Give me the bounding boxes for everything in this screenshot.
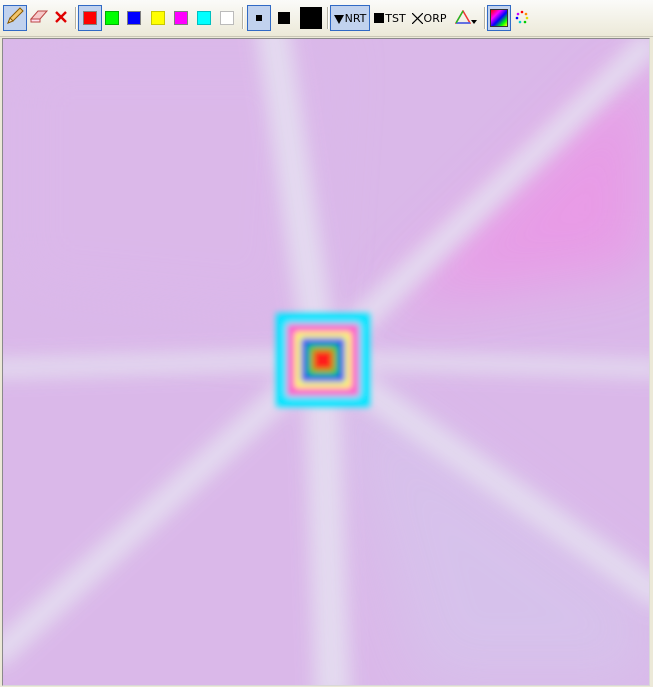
color-swatch-green[interactable] — [102, 5, 122, 31]
separator — [242, 7, 244, 29]
red-swatch — [83, 11, 97, 25]
separator — [75, 7, 77, 29]
cross-icon — [411, 9, 423, 28]
white-swatch — [220, 11, 234, 25]
large-square-icon — [300, 7, 322, 29]
color-swatch-yellow[interactable] — [148, 5, 168, 31]
mode-orp-label: ORP — [423, 11, 447, 25]
mode-tst-button[interactable]: TST — [372, 5, 408, 31]
green-swatch — [105, 11, 119, 25]
separator — [327, 7, 329, 29]
color-dots-icon — [515, 9, 529, 28]
brush-size-large[interactable] — [298, 5, 324, 31]
magenta-swatch — [174, 11, 188, 25]
canvas-image — [3, 39, 649, 685]
brush-size-medium[interactable] — [273, 5, 295, 31]
color-swatch-blue[interactable] — [124, 5, 144, 31]
eraser-tool-button[interactable] — [27, 5, 51, 31]
square-icon — [374, 13, 385, 23]
blue-swatch — [127, 11, 141, 25]
color-dots-button[interactable] — [512, 5, 532, 31]
toolbar: NRT TST ORP — [0, 0, 653, 37]
mode-nrt-label: NRT — [344, 11, 367, 25]
rgb-triangle-icon — [454, 9, 472, 28]
mode-orp-button[interactable]: ORP — [410, 5, 448, 31]
color-swatch-red[interactable] — [78, 5, 102, 31]
pencil-tool-button[interactable] — [3, 5, 27, 31]
cyan-swatch — [197, 11, 211, 25]
color-swatch-magenta[interactable] — [171, 5, 191, 31]
color-gradient-icon — [490, 9, 508, 27]
color-swatch-white[interactable] — [217, 5, 237, 31]
color-mode-dropdown[interactable] — [452, 5, 480, 31]
mode-tst-label: TST — [385, 11, 406, 25]
eraser-icon — [29, 8, 49, 28]
brush-size-small[interactable] — [247, 5, 271, 31]
separator — [484, 7, 486, 29]
color-swatch-cyan[interactable] — [194, 5, 214, 31]
mode-nrt-button[interactable]: NRT — [330, 5, 370, 31]
color-gradient-button[interactable] — [487, 5, 511, 31]
medium-square-icon — [278, 12, 290, 24]
yellow-swatch — [151, 11, 165, 25]
drawing-canvas[interactable] — [2, 38, 650, 686]
small-square-icon — [256, 15, 262, 21]
close-icon — [54, 9, 68, 28]
pencil-icon — [5, 6, 25, 30]
triangle-down-icon — [333, 9, 344, 28]
chevron-down-icon — [471, 9, 477, 28]
clear-button[interactable] — [51, 5, 71, 31]
